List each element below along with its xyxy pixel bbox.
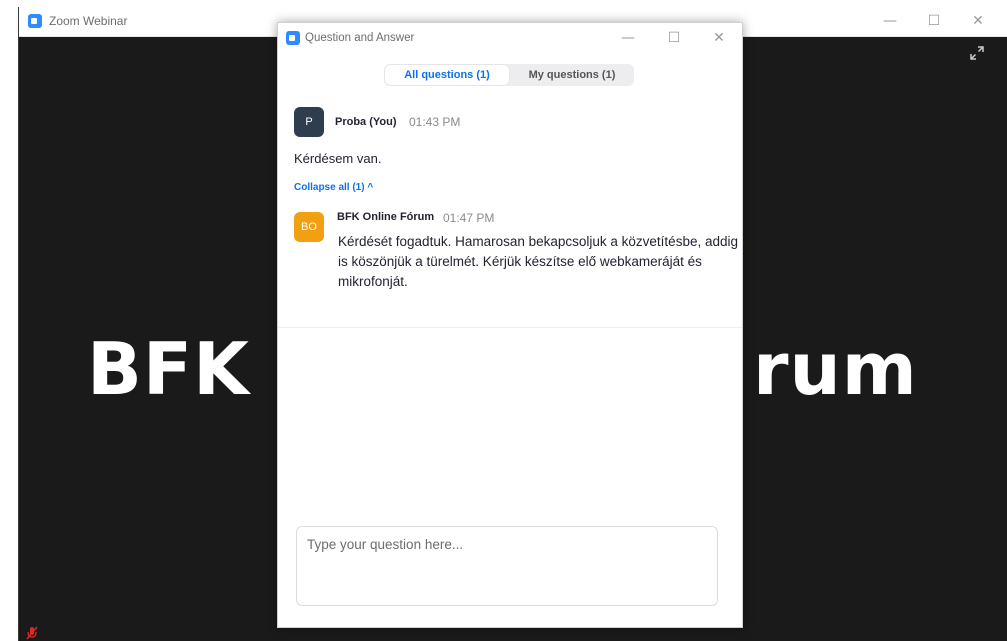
question-text: Kérdésem van. bbox=[294, 151, 382, 166]
shared-content-text-left: BFK bbox=[87, 327, 250, 411]
question-input[interactable] bbox=[296, 526, 718, 606]
qa-maximize-button[interactable]: ☐ bbox=[664, 28, 684, 48]
qa-close-button[interactable]: ✕ bbox=[709, 28, 729, 48]
question-and-answer-dialog: Question and Answer — ☐ ✕ All questions … bbox=[277, 22, 743, 628]
divider bbox=[278, 327, 742, 328]
answer-text: Kérdését fogadtuk. Hamarosan bekapcsolju… bbox=[338, 234, 738, 289]
qa-minimize-button[interactable]: — bbox=[618, 28, 638, 48]
mic-muted-icon[interactable] bbox=[25, 626, 39, 640]
main-window-title: Zoom Webinar bbox=[49, 14, 128, 28]
shared-content-text-right: rum bbox=[753, 327, 918, 411]
main-close-button[interactable]: ✕ bbox=[968, 11, 988, 31]
avatar: P bbox=[294, 107, 324, 137]
qa-title-bar: Question and Answer — ☐ ✕ bbox=[278, 23, 742, 53]
main-minimize-button[interactable]: — bbox=[880, 11, 900, 31]
zoom-logo-icon bbox=[28, 14, 42, 28]
qa-tabs: All questions (1) My questions (1) bbox=[384, 64, 634, 86]
zoom-logo-icon bbox=[286, 31, 300, 45]
tab-all-questions[interactable]: All questions (1) bbox=[385, 65, 509, 85]
main-maximize-button[interactable]: ☐ bbox=[924, 11, 944, 31]
question-author: Proba (You) bbox=[335, 116, 397, 128]
tab-my-questions[interactable]: My questions (1) bbox=[510, 64, 634, 86]
answer-time: 01:47 PM bbox=[443, 211, 495, 225]
avatar: BO bbox=[294, 212, 324, 242]
answer-author: BFK Online Fórum bbox=[337, 211, 435, 223]
expand-icon[interactable] bbox=[969, 45, 985, 61]
qa-dialog-title: Question and Answer bbox=[305, 32, 415, 44]
collapse-all-link[interactable]: Collapse all (1) ^ bbox=[294, 182, 373, 193]
question-time: 01:43 PM bbox=[409, 115, 461, 129]
